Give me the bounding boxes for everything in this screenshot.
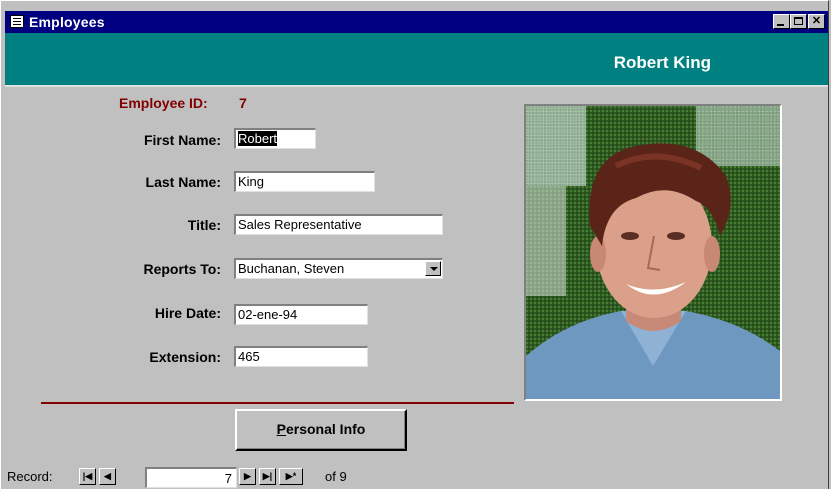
form-icon[interactable] — [10, 15, 24, 28]
new-record-icon: ▶* — [285, 471, 297, 481]
title-bar[interactable]: Employees ✕ — [5, 11, 828, 33]
next-record-icon: ▶ — [244, 471, 251, 481]
hire-date-field[interactable]: 02-ene-94 — [234, 304, 368, 325]
first-name-label: First Name: — [143, 132, 221, 148]
last-record-button[interactable]: ▶| — [259, 468, 276, 485]
form-header: Robert King — [5, 33, 828, 85]
minimize-button[interactable] — [773, 14, 790, 29]
chevron-down-icon[interactable] — [425, 261, 441, 276]
first-name-value: Robert — [238, 131, 278, 146]
close-icon: ✕ — [811, 15, 822, 27]
previous-record-icon: ◀ — [104, 471, 111, 481]
title-label: Title: — [187, 217, 221, 233]
employee-photo[interactable] — [524, 104, 782, 401]
current-record-field[interactable]: 7 — [145, 467, 237, 488]
previous-record-button[interactable]: ◀ — [99, 468, 116, 485]
header-employee-name: Robert King — [613, 53, 711, 72]
last-record-icon: ▶| — [262, 471, 273, 481]
employee-id-value: 7 — [239, 95, 247, 111]
reports-to-value: Buchanan, Steven — [238, 261, 345, 276]
minimize-icon — [777, 24, 784, 26]
reports-to-combo[interactable]: Buchanan, Steven — [234, 258, 443, 279]
last-name-label: Last Name: — [145, 174, 221, 190]
new-record-button[interactable]: ▶* — [279, 468, 303, 485]
reports-to-label: Reports To: — [143, 261, 221, 277]
personal-info-label: Personal Info — [276, 421, 366, 437]
record-label: Record: — [7, 469, 53, 484]
extension-field[interactable]: 465 — [234, 346, 368, 367]
extension-label: Extension: — [149, 349, 221, 365]
employee-photo-image — [526, 106, 780, 399]
employee-id-label: Employee ID: — [119, 95, 208, 111]
maximize-icon — [794, 17, 803, 25]
last-name-field[interactable]: King — [234, 171, 375, 192]
employees-window: Employees ✕ Robert King Employee ID: 7 F… — [0, 0, 829, 489]
close-button[interactable]: ✕ — [808, 14, 825, 29]
form-divider — [41, 402, 514, 404]
hire-date-label: Hire Date: — [154, 305, 221, 321]
personal-info-button[interactable]: Personal Info — [235, 409, 407, 451]
maximize-button[interactable] — [790, 14, 807, 29]
title-field[interactable]: Sales Representative — [234, 214, 443, 235]
first-record-button[interactable]: |◀ — [79, 468, 96, 485]
first-record-icon: |◀ — [82, 471, 93, 481]
window-title: Employees — [29, 14, 105, 30]
header-separator — [5, 85, 828, 87]
record-navigation-bar: Record: |◀ ◀ 7 ▶ ▶| ▶* of 9 — [7, 464, 827, 488]
next-record-button[interactable]: ▶ — [239, 468, 256, 485]
first-name-field[interactable]: Robert — [234, 128, 316, 149]
record-count: of 9 — [325, 469, 347, 484]
